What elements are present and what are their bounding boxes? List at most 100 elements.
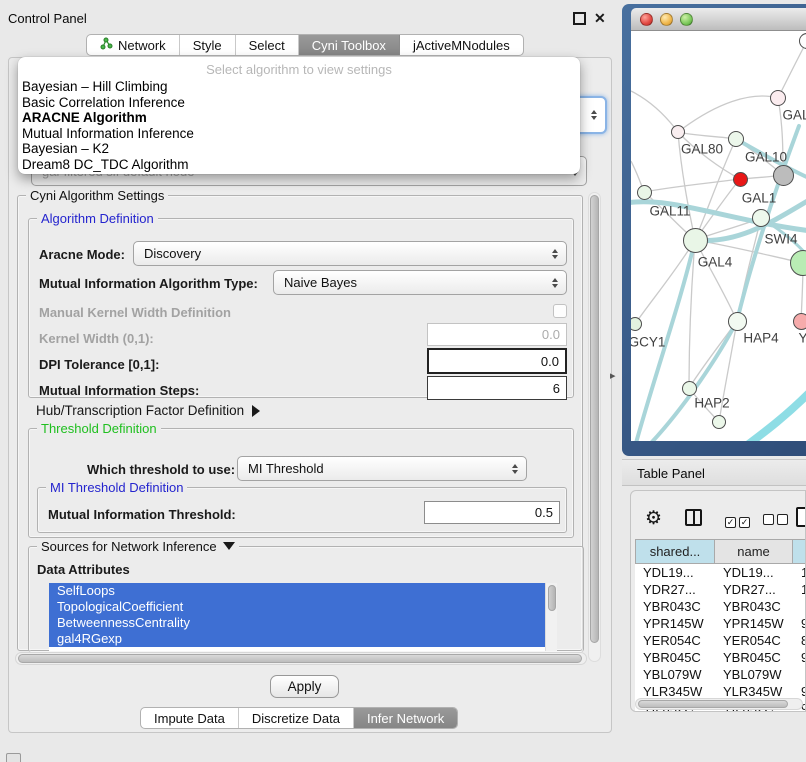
mi-steps-label: Mutual Information Steps:	[39, 383, 199, 398]
table-column-header[interactable]: name	[715, 539, 793, 564]
network-node-swi4[interactable]	[752, 209, 770, 227]
dpi-tolerance-field[interactable]: 0.0	[427, 348, 567, 374]
table-row[interactable]: YPR145WYPR145W9.	[635, 615, 806, 632]
minimize-traffic-light-icon[interactable]	[660, 13, 673, 26]
scrollbar-thumb[interactable]	[548, 585, 556, 611]
tab-style[interactable]: Style	[180, 35, 236, 55]
network-window-titlebar[interactable]	[631, 8, 806, 31]
mi-steps-field[interactable]: 6	[427, 376, 567, 400]
hub-factor-definition-toggle[interactable]: Hub/Transcription Factor Definition	[36, 403, 260, 418]
split-columns-icon[interactable]	[685, 509, 702, 526]
mi-threshold-field[interactable]: 0.5	[424, 501, 560, 524]
which-threshold-combo[interactable]: MI Threshold	[237, 456, 527, 481]
table-cell: YBR045C	[635, 649, 715, 666]
zoom-traffic-light-icon[interactable]	[680, 13, 693, 26]
network-node-gal10[interactable]	[728, 131, 744, 147]
scrollbar-thumb[interactable]	[590, 195, 599, 643]
float-window-icon[interactable]	[573, 12, 586, 25]
table-row[interactable]: YBL079WYBL079W	[635, 666, 806, 683]
network-node-label: HAP2	[694, 396, 729, 411]
table-cell: YDR27...	[635, 581, 715, 598]
network-node-hap2[interactable]	[682, 381, 697, 396]
scrollbar-thumb[interactable]	[638, 700, 788, 708]
deselect-all-columns-icon[interactable]	[763, 513, 791, 528]
table-row[interactable]: YER054CYER054C8.	[635, 632, 806, 649]
algorithm-option[interactable]: Bayesian – K2	[18, 141, 580, 157]
algorithm-dropdown-popup: Select algorithm to view settings Bayesi…	[18, 57, 580, 174]
tab-impute-data[interactable]: Impute Data	[141, 708, 239, 728]
group-title: MI Threshold Definition	[46, 480, 187, 495]
cyni-bottom-tabs: Impute Data Discretize Data Infer Networ…	[140, 707, 458, 729]
tab-label: Infer Network	[367, 711, 444, 726]
network-node-gal[interactable]	[770, 90, 786, 106]
network-node-hap4[interactable]	[728, 312, 747, 331]
data-attributes-list[interactable]: SelfLoopsTopologicalCoefficientBetweenne…	[49, 583, 557, 651]
table-cell: YBR043C	[715, 598, 793, 615]
table-cell: YPR145W	[635, 615, 715, 632]
tab-discretize-data[interactable]: Discretize Data	[239, 708, 354, 728]
algorithm-option[interactable]: Mutual Information Inference	[18, 126, 580, 142]
network-node-label: GCY1	[631, 335, 665, 350]
group-title: Algorithm Definition	[37, 211, 158, 226]
table-cell: 9.	[793, 615, 806, 632]
data-attribute-item[interactable]: gal4RGexp	[49, 631, 545, 647]
aracne-mode-label: Aracne Mode:	[39, 247, 125, 262]
manual-kernel-checkbox[interactable]	[553, 304, 567, 318]
bottom-left-chip[interactable]	[6, 753, 21, 762]
table-column-header[interactable]	[793, 539, 806, 564]
settings-vertical-scrollbar[interactable]	[588, 192, 601, 662]
apply-button[interactable]: Apply	[270, 675, 339, 698]
data-attribute-item[interactable]: SelfLoops	[49, 583, 545, 599]
data-attribute-item[interactable]: TopologicalCoefficient	[49, 599, 545, 615]
tab-cyni-toolbox[interactable]: Cyni Toolbox	[299, 35, 400, 55]
table-column-header[interactable]: shared...	[635, 539, 715, 564]
algorithm-option[interactable]: Dream8 DC_TDC Algorithm	[18, 157, 580, 173]
table-row[interactable]: YBR045CYBR045C9.	[635, 649, 806, 666]
close-icon[interactable]: ✕	[594, 10, 606, 27]
network-node-gal80[interactable]	[671, 125, 685, 139]
scrollbar-thumb[interactable]	[18, 654, 582, 663]
data-attribute-item[interactable]: BetweennessCentrality	[49, 615, 545, 631]
network-node[interactable]	[712, 415, 726, 429]
table-row[interactable]: YDR27...YDR27...12	[635, 581, 806, 598]
mi-algorithm-type-combo[interactable]: Naive Bayes	[273, 270, 567, 295]
tab-label: Discretize Data	[252, 711, 340, 726]
algorithm-list: Bayesian – Hill ClimbingBasic Correlatio…	[18, 79, 580, 173]
settings-horizontal-scrollbar[interactable]	[15, 652, 587, 665]
algorithm-option[interactable]: Basic Correlation Inference	[18, 95, 580, 111]
network-node[interactable]	[773, 165, 794, 186]
network-node-y[interactable]	[793, 313, 806, 330]
network-node-gal1[interactable]	[733, 172, 748, 187]
tab-infer-network[interactable]: Infer Network	[354, 708, 457, 728]
algorithm-definition-group: Algorithm Definition Aracne Mode: Discov…	[28, 218, 574, 398]
network-canvas[interactable]: GALGAL80GAL10GAL1GAL11SWI4GAL4GCY1HAP4YH…	[631, 31, 806, 441]
tab-jactivemnodules[interactable]: jActiveMNodules	[400, 35, 523, 55]
which-threshold-value: MI Threshold	[248, 461, 508, 476]
algorithm-option[interactable]: ARACNE Algorithm	[18, 110, 580, 126]
select-all-columns-icon[interactable]: ✓✓	[725, 513, 753, 528]
close-traffic-light-icon[interactable]	[640, 13, 653, 26]
sources-group-title[interactable]: Sources for Network Inference	[37, 539, 239, 554]
new-table-icon[interactable]	[796, 507, 806, 527]
algorithm-option[interactable]: Bayesian – Hill Climbing	[18, 79, 580, 95]
tab-select[interactable]: Select	[236, 35, 299, 55]
aracne-mode-combo[interactable]: Discovery	[133, 241, 567, 266]
tab-label: Style	[193, 38, 222, 53]
table-horizontal-scrollbar[interactable]	[635, 698, 803, 710]
apply-button-label: Apply	[288, 679, 322, 694]
tab-network[interactable]: Network	[87, 35, 180, 55]
table-cell: YBR043C	[635, 598, 715, 615]
manual-kernel-label: Manual Kernel Width Definition	[39, 305, 231, 320]
gear-icon[interactable]: ⚙	[645, 507, 662, 530]
network-node-label: HAP4	[743, 331, 778, 346]
table-row[interactable]: YDL19...YDL19...13	[635, 564, 806, 581]
network-node-gal4[interactable]	[683, 228, 708, 253]
table-cell	[793, 598, 806, 615]
network-node-label: GAL11	[649, 204, 690, 219]
kernel-width-field[interactable]: 0.0	[427, 323, 567, 346]
list-vertical-scrollbar[interactable]	[545, 583, 557, 651]
network-node-gal11[interactable]	[637, 185, 652, 200]
table-row[interactable]: YBR043CYBR043C	[635, 598, 806, 615]
network-icon	[100, 37, 113, 53]
network-view-window[interactable]: GALGAL80GAL10GAL1GAL11SWI4GAL4GCY1HAP4YH…	[622, 4, 806, 456]
